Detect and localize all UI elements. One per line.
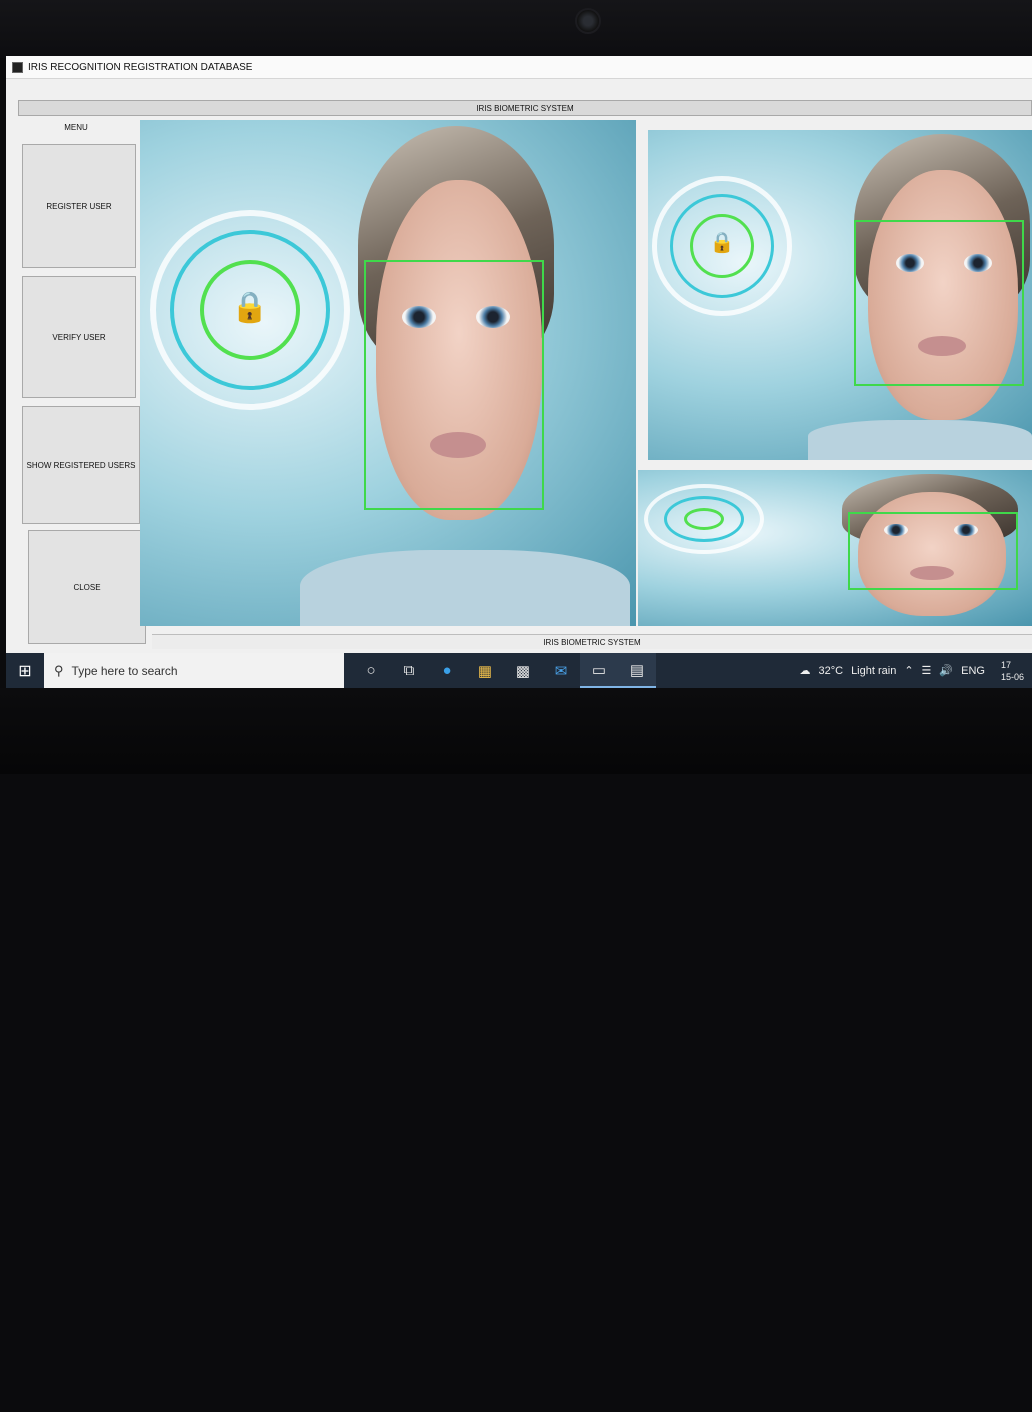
weather-temp[interactable]: 32°C bbox=[818, 665, 843, 677]
edge-icon[interactable]: ● bbox=[428, 653, 466, 688]
menu-label: MENU bbox=[64, 123, 88, 132]
biometric-image-main: 🔒 bbox=[140, 120, 636, 626]
register-user-button[interactable]: REGISTER USER bbox=[22, 144, 136, 268]
face-scan-frame bbox=[848, 512, 1018, 590]
task-view-icon[interactable]: ⧉ bbox=[390, 653, 428, 688]
weather-cloud-icon[interactable]: ☁ bbox=[799, 664, 810, 677]
laptop-bezel-top bbox=[0, 0, 1032, 58]
scan-ring-inner bbox=[684, 508, 724, 530]
clock-date: 15-06 bbox=[1000, 671, 1024, 682]
system-banner: IRIS BIOMETRIC SYSTEM bbox=[18, 100, 1032, 116]
taskbar-pinned-apps: ○ ⧉ ● ▦ ▩ ✉ ▭ ▤ bbox=[352, 653, 656, 688]
window-title: IRIS RECOGNITION REGISTRATION DATABASE bbox=[28, 61, 253, 73]
cortana-icon[interactable]: ○ bbox=[352, 653, 390, 688]
network-icon[interactable]: ☰ bbox=[922, 664, 932, 677]
mail-icon[interactable]: ✉ bbox=[542, 653, 580, 688]
laptop-brand-logo bbox=[528, 1394, 608, 1412]
lock-icon: 🔒 bbox=[709, 232, 735, 254]
biometric-image-top-right: 🔒 bbox=[648, 130, 1032, 460]
biometric-image-bottom-right bbox=[638, 470, 1032, 626]
screen: IRIS RECOGNITION REGISTRATION DATABASE I… bbox=[6, 56, 1032, 688]
weather-text[interactable]: Light rain bbox=[851, 665, 896, 677]
windows-start-icon[interactable]: ⊞ bbox=[6, 653, 44, 688]
clock-time: 17 bbox=[1000, 659, 1011, 670]
app-window-icon bbox=[12, 61, 23, 73]
clock[interactable]: 17 15-06 bbox=[993, 659, 1024, 683]
face-scan-frame bbox=[854, 220, 1024, 386]
banner-text: IRIS BIOMETRIC SYSTEM bbox=[476, 103, 574, 113]
search-icon: ⚲ bbox=[54, 662, 64, 678]
lock-icon: 🔒 bbox=[231, 291, 269, 324]
footer-label: IRIS BIOMETRIC SYSTEM bbox=[152, 634, 1032, 649]
store-icon[interactable]: ▩ bbox=[504, 653, 542, 688]
close-button[interactable]: CLOSE bbox=[28, 530, 146, 644]
language-indicator[interactable]: ENG bbox=[961, 665, 985, 677]
verify-user-button[interactable]: VERIFY USER bbox=[22, 276, 136, 398]
app-icon[interactable]: ▭ bbox=[580, 653, 618, 688]
show-registered-users-button[interactable]: SHOW REGISTERED USERS bbox=[22, 406, 140, 524]
volume-icon[interactable]: 🔊 bbox=[939, 664, 953, 677]
face-scan-frame bbox=[364, 260, 544, 510]
search-placeholder: Type here to search bbox=[71, 663, 178, 678]
system-tray: ☁ 32°C Light rain ⌃ ☰ 🔊 ENG 17 15-06 bbox=[791, 659, 1032, 683]
file-explorer-icon[interactable]: ▦ bbox=[466, 653, 504, 688]
shirt-shape bbox=[300, 550, 630, 626]
webcam-icon bbox=[575, 8, 601, 34]
taskbar-search[interactable]: ⚲ Type here to search bbox=[44, 653, 344, 688]
shirt-shape bbox=[808, 420, 1032, 460]
chevron-up-icon[interactable]: ⌃ bbox=[904, 664, 913, 677]
window-app-icon[interactable]: ▤ bbox=[618, 653, 656, 688]
taskbar: ⊞ ⚲ Type here to search ○ ⧉ ● ▦ ▩ ✉ ▭ ▤ … bbox=[6, 653, 1032, 688]
laptop-bezel-bottom bbox=[0, 688, 1032, 774]
window-titlebar[interactable]: IRIS RECOGNITION REGISTRATION DATABASE bbox=[6, 56, 1032, 79]
